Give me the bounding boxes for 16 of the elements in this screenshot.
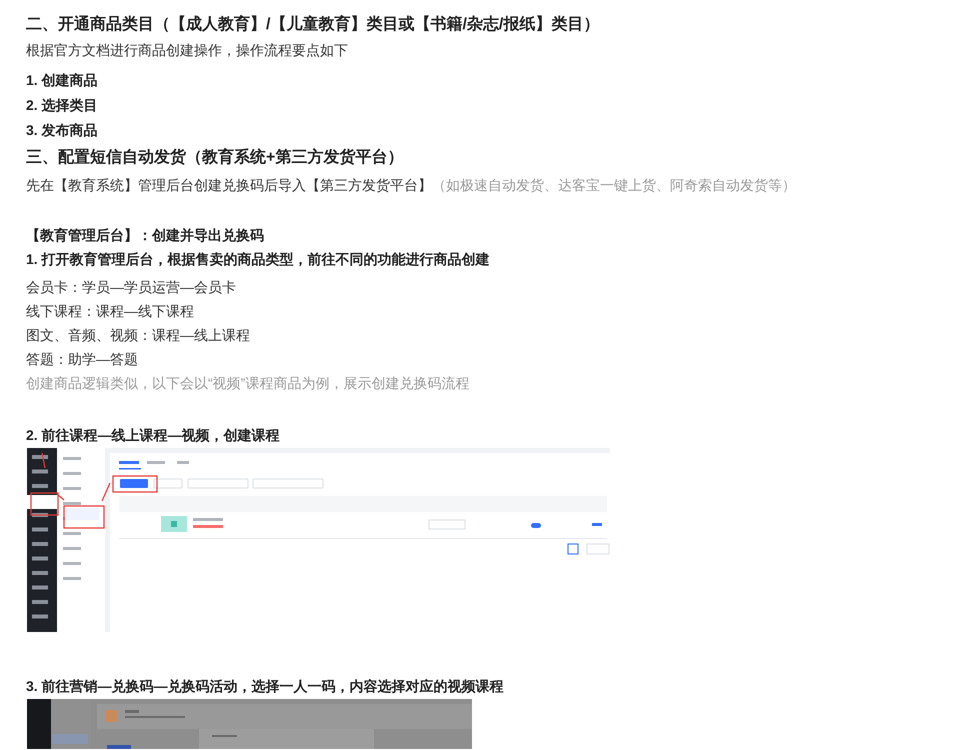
paragraph: 图文、音频、视频：课程—线上课程 — [26, 326, 251, 345]
paragraph: 会员卡：学员—学员运营—会员卡 — [26, 278, 237, 297]
section-heading: 三、配置短信自动发货（教育系统+第三方发货平台） — [26, 146, 404, 168]
subheading: 【教育管理后台】：创建并导出兑换码 — [26, 226, 265, 245]
paragraph: 根据官方文档进行商品创建操作，操作流程要点如下 — [26, 41, 349, 60]
section-heading: 二、开通商品类目（【成人教育】/【儿童教育】类目或【书籍/杂志/报纸】类目） — [26, 14, 600, 35]
step-text: 3. 发布商品 — [26, 121, 99, 140]
paragraph: 创建商品逻辑类似，以下会以“视频”课程商品为例，展示创建兑换码流程 — [26, 374, 470, 393]
paragraph: 答题：助学—答题 — [26, 350, 139, 369]
step-text: 1. 创建商品 — [26, 71, 99, 90]
step-text: 2. 选择类目 — [26, 96, 99, 115]
step-text: 1. 打开教育管理后台，根据售卖的商品类型，前往不同的功能进行商品创建 — [26, 250, 491, 269]
step-text: 3. 前往营销—兑换码—兑换码活动，选择一人一码，内容选择对应的视频课程 — [26, 677, 505, 696]
step-text: 2. 前往课程—线上课程—视频，创建课程 — [26, 426, 281, 445]
paragraph: 先在【教育系统】管理后台创建兑换码后导入【第三方发货平台】（如极速自动发货、达客宝一键上货、阿奇索自动发货等） — [26, 176, 797, 195]
paragraph: 线下课程：课程—线下课程 — [26, 302, 195, 321]
